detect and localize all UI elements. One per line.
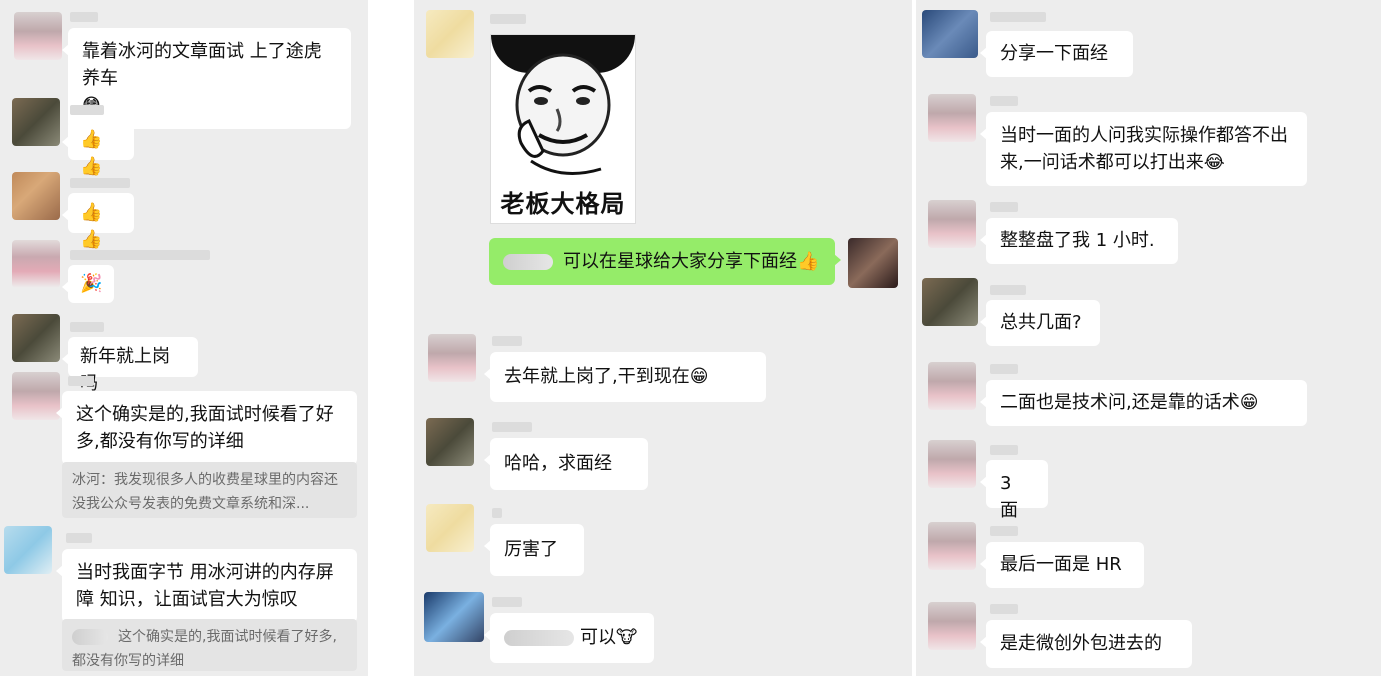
meme-sticker[interactable]: 老板大格局 xyxy=(490,34,636,224)
sender-name xyxy=(70,178,130,188)
message-text: 可以在星球给大家分享下面经 xyxy=(563,251,797,272)
message-bubble[interactable]: 👍👍 xyxy=(62,193,134,250)
grinning-face-icon: 😁 xyxy=(689,366,709,387)
sender-name xyxy=(492,336,522,346)
sender-name xyxy=(990,604,1018,614)
sender-name xyxy=(70,105,104,115)
thumbs-up-icon: 👍👍 xyxy=(80,129,103,177)
sender-name xyxy=(492,597,522,607)
avatar[interactable] xyxy=(928,602,976,650)
message-text: 去年就上岗了,干到现在 xyxy=(504,366,690,387)
message-text: 二面也是技术问,还是靠的话术 xyxy=(1000,392,1240,413)
avatar[interactable] xyxy=(12,98,60,146)
laughing-face-icon: 😂 xyxy=(1203,152,1225,173)
avatar[interactable] xyxy=(428,334,476,382)
cow-face-icon: 🐮 xyxy=(616,627,638,648)
message-text: 是走微创外包进去的 xyxy=(1000,633,1162,654)
party-popper-icon: 🎉 xyxy=(80,273,103,294)
sender-name xyxy=(492,422,532,432)
message-bubble[interactable]: 是走微创外包进去的 xyxy=(980,620,1192,668)
message-text: 最后一面是 HR xyxy=(1000,554,1122,575)
message-bubble[interactable]: 可以🐮 xyxy=(484,613,654,663)
message-text: 新年就上岗吗 xyxy=(80,346,170,394)
avatar[interactable] xyxy=(12,372,60,420)
avatar[interactable] xyxy=(426,418,474,466)
avatar[interactable] xyxy=(12,172,60,220)
chat-panel-left: 靠着冰河的文章面试 上了途虎养车 😳 👍👍 👍👍 🎉 新年就上岗吗 这个确实是的… xyxy=(0,0,368,676)
avatar[interactable] xyxy=(922,278,978,326)
avatar[interactable] xyxy=(922,10,978,58)
avatar[interactable] xyxy=(12,240,60,288)
message-bubble[interactable]: 👍👍 xyxy=(62,120,134,177)
message-bubble[interactable]: 当时我面字节 用冰河讲的内存屏障 知识，让面试官大为惊叹 xyxy=(56,549,357,623)
message-text: 3 面 xyxy=(1000,473,1018,521)
avatar[interactable] xyxy=(928,362,976,410)
message-text: 可以 xyxy=(580,627,616,648)
quote-text: 冰河：我发现很多人的收费星球里的内容还没我公众号发表的免费文章系统和深... xyxy=(72,472,338,512)
meme-caption: 老板大格局 xyxy=(500,190,626,218)
message-bubble[interactable]: 当时一面的人问我实际操作都答不出来,一问话术都可以打出来😂 xyxy=(980,112,1307,186)
quoted-message[interactable]: 冰河：我发现很多人的收费星球里的内容还没我公众号发表的免费文章系统和深... xyxy=(62,462,357,518)
thumbs-up-icon: 👍 xyxy=(797,251,820,272)
sender-name xyxy=(990,445,1018,455)
chat-panel-middle: 可以在星球给大家分享下面经👍 去年就上岗了,干到现在😁 哈哈，求面经 厉害了 可… xyxy=(414,0,912,676)
quote-text: 这个确实是的,我面试时候看了好多,都没有你写的详细 xyxy=(72,629,337,669)
sender-name xyxy=(990,526,1018,536)
avatar[interactable] xyxy=(928,522,976,570)
sender-name xyxy=(70,322,104,332)
avatar[interactable] xyxy=(848,238,898,288)
sender-name xyxy=(66,533,92,543)
message-bubble[interactable]: 3 面 xyxy=(980,460,1048,521)
message-text: 总共几面? xyxy=(1000,312,1082,333)
message-text: 当时我面字节 用冰河讲的内存屏障 知识，让面试官大为惊叹 xyxy=(76,562,334,610)
avatar[interactable] xyxy=(426,504,474,552)
sender-name xyxy=(990,364,1018,374)
message-bubble[interactable]: 分享一下面经 xyxy=(980,31,1133,77)
avatar[interactable] xyxy=(928,200,976,248)
grinning-face-icon: 😁 xyxy=(1239,392,1259,413)
message-text: 整整盘了我 1 小时. xyxy=(1000,230,1155,251)
meme-face-icon xyxy=(515,53,611,175)
blurred-name xyxy=(72,629,108,645)
message-text: 当时一面的人问我实际操作都答不出来,一问话术都可以打出来 xyxy=(1000,125,1288,173)
message-bubble[interactable]: 整整盘了我 1 小时. xyxy=(980,218,1178,264)
blurred-name xyxy=(504,630,574,646)
message-bubble[interactable]: 这个确实是的,我面试时候看了好多,都没有你写的详细 xyxy=(56,391,357,465)
sender-name xyxy=(990,285,1026,295)
sender-name xyxy=(68,376,94,386)
message-bubble[interactable]: 最后一面是 HR xyxy=(980,542,1144,588)
thumbs-up-icon: 👍👍 xyxy=(80,202,103,250)
message-text: 哈哈，求面经 xyxy=(504,453,612,474)
avatar[interactable] xyxy=(424,592,484,642)
avatar[interactable] xyxy=(928,440,976,488)
message-bubble[interactable]: 厉害了 xyxy=(484,524,584,576)
message-bubble[interactable]: 去年就上岗了,干到现在😁 xyxy=(484,352,766,402)
message-bubble[interactable]: 二面也是技术问,还是靠的话术😁 xyxy=(980,380,1307,426)
sender-name xyxy=(990,96,1018,106)
sender-name xyxy=(70,250,210,260)
sender-name xyxy=(70,12,98,22)
avatar[interactable] xyxy=(426,10,474,58)
sender-name xyxy=(990,202,1018,212)
sender-name xyxy=(492,508,502,518)
message-text: 分享一下面经 xyxy=(1000,43,1108,64)
message-bubble[interactable]: 🎉 xyxy=(62,265,114,303)
avatar[interactable] xyxy=(12,314,60,362)
message-bubble[interactable]: 哈哈，求面经 xyxy=(484,438,648,490)
sender-name xyxy=(490,14,526,24)
message-text: 靠着冰河的文章面试 上了途虎养车 xyxy=(82,41,322,89)
avatar[interactable] xyxy=(928,94,976,142)
self-message-bubble[interactable]: 可以在星球给大家分享下面经👍 xyxy=(489,238,841,285)
avatar[interactable] xyxy=(4,526,52,574)
message-bubble[interactable]: 靠着冰河的文章面试 上了途虎养车 😳 xyxy=(62,28,351,129)
quoted-message[interactable]: 这个确实是的,我面试时候看了好多,都没有你写的详细 xyxy=(62,619,357,671)
blurred-name xyxy=(503,254,553,270)
avatar[interactable] xyxy=(14,12,62,60)
message-text: 厉害了 xyxy=(504,539,558,560)
message-text: 这个确实是的,我面试时候看了好多,都没有你写的详细 xyxy=(76,404,334,452)
sender-name xyxy=(990,12,1046,22)
message-bubble[interactable]: 新年就上岗吗 xyxy=(62,337,198,394)
message-bubble[interactable]: 总共几面? xyxy=(980,300,1100,346)
chat-panel-right: 分享一下面经 当时一面的人问我实际操作都答不出来,一问话术都可以打出来😂 整整盘… xyxy=(916,0,1381,676)
